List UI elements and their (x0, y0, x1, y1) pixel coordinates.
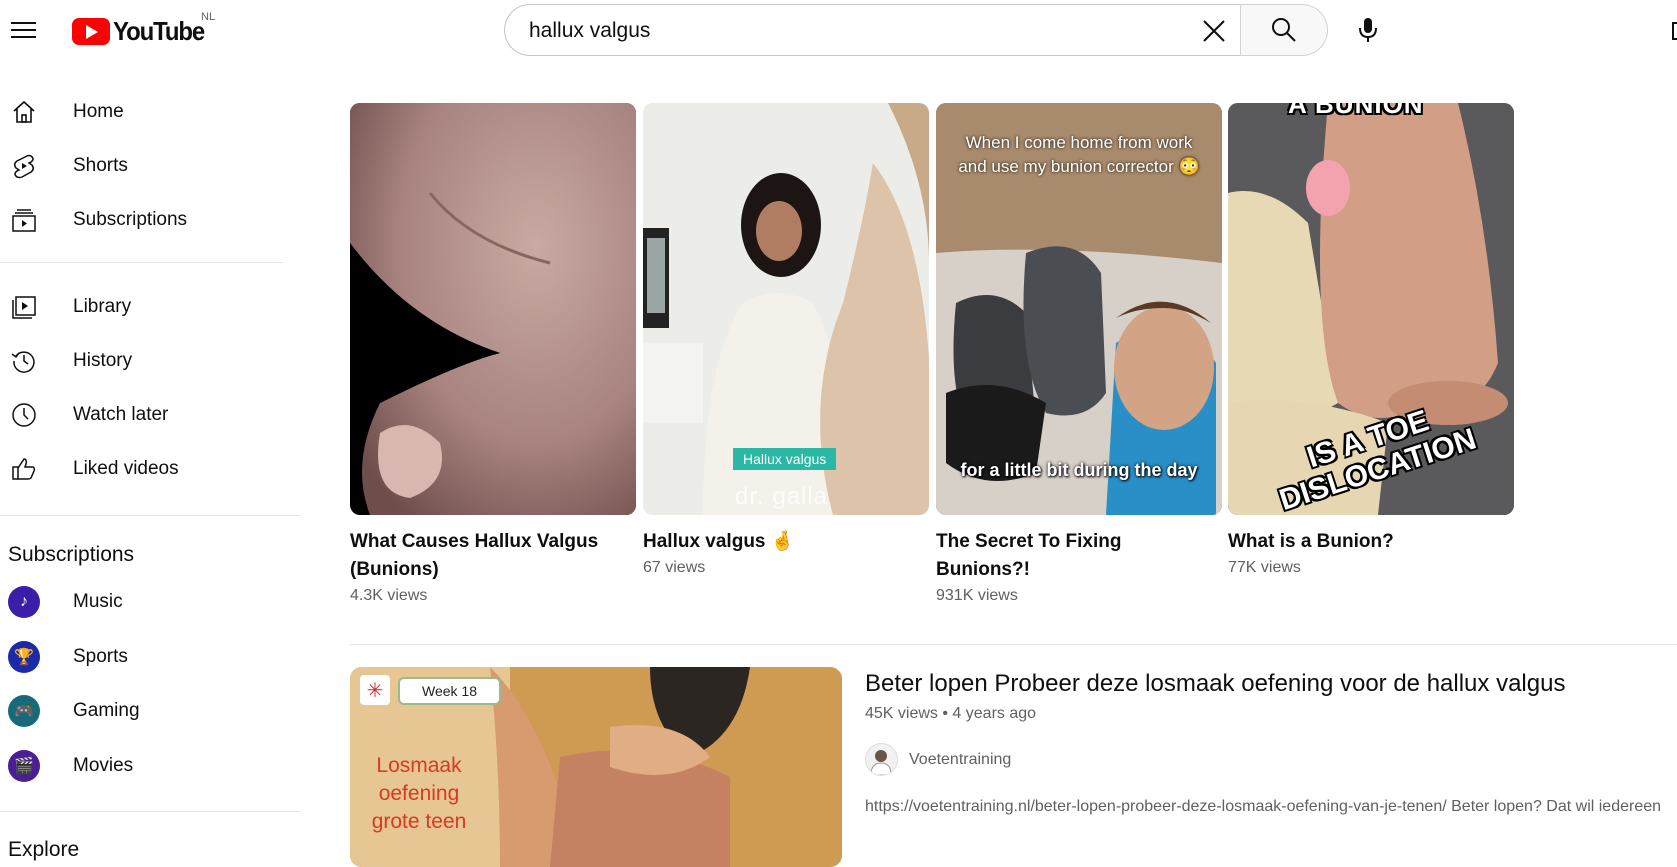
sidebar-item-label: Liked videos (73, 458, 179, 479)
menu-icon[interactable] (11, 20, 36, 40)
trophy-icon: 🏆 (8, 641, 40, 673)
short-title[interactable]: What Causes Hallux Valgus (Bunions) (350, 528, 636, 584)
sidebar-item-library[interactable]: Library (0, 283, 290, 331)
short-thumbnail[interactable]: Hallux valgus dr. galla (643, 103, 929, 515)
subscriptions-heading: Subscriptions (8, 543, 135, 566)
short-title[interactable]: Hallux valgus 🤞 (643, 528, 929, 556)
sidebar-item-shorts[interactable]: Shorts (0, 142, 290, 190)
sidebar-item-label: History (73, 350, 133, 371)
channel-logo-icon: ✳ (360, 675, 390, 705)
sidebar-item-watch-later[interactable]: Watch later (0, 391, 290, 439)
clear-search-button[interactable] (1200, 17, 1228, 45)
explore-heading: Explore (8, 838, 80, 861)
video-description: https://voetentraining.nl/beter-lopen-pr… (865, 798, 1662, 815)
music-icon: ♪ (8, 586, 40, 618)
sidebar-item-label: Gaming (73, 700, 140, 721)
sidebar-item-subscriptions[interactable]: Subscriptions (0, 196, 290, 244)
sidebar-item-liked-videos[interactable]: Liked videos (0, 445, 290, 493)
short-thumbnail[interactable] (350, 103, 636, 515)
short-item: When I come home from work and use my bu… (936, 103, 1222, 605)
logo-text: YouTube (113, 15, 205, 46)
sidebar-divider (0, 262, 283, 263)
short-title-line: What is a Bunion? (1228, 531, 1394, 552)
video-views: 45K views (865, 705, 938, 722)
library-icon (12, 296, 36, 319)
channel-avatar[interactable] (865, 743, 898, 776)
short-title-line: The Secret To Fixing (936, 531, 1122, 552)
short-title-line: Bunions?! (936, 559, 1030, 580)
short-overlay-caption: When I come home from work and use my bu… (958, 133, 1200, 176)
short-views: 931K views (936, 587, 1018, 604)
sidebar-channel-gaming[interactable]: 🎮 Gaming (0, 687, 290, 735)
short-title-line: (Bunions) (350, 559, 439, 580)
video-title[interactable]: Beter lopen Probeer deze losmaak oefenin… (865, 670, 1565, 698)
short-overlay-tag: Hallux valgus (733, 448, 837, 470)
sidebar-item-label: Sports (73, 646, 128, 667)
search-button[interactable] (1240, 4, 1328, 56)
create-icon[interactable] (1672, 22, 1677, 40)
shorts-icon (13, 154, 35, 179)
channel-avatar-image (866, 744, 897, 775)
search-input[interactable] (527, 5, 1091, 57)
thumbs-up-icon (12, 458, 36, 480)
sidebar-item-home[interactable]: Home (0, 88, 290, 136)
youtube-play-icon (72, 17, 110, 45)
video-thumbnail[interactable]: ✳ Week 18 Losmaak oefening grote teen (350, 667, 842, 867)
meta-separator: • (942, 705, 953, 722)
sidebar-item-label: Shorts (73, 155, 128, 176)
clapperboard-icon: 🎬 (8, 750, 40, 782)
watch-later-icon (12, 403, 36, 427)
short-overlay-caption: A BUNION (1288, 103, 1424, 119)
youtube-logo[interactable]: YouTube (72, 16, 212, 46)
short-thumbnail[interactable]: When I come home from work and use my bu… (936, 103, 1222, 515)
country-code: NL (201, 11, 216, 23)
short-item: What Causes Hallux Valgus (Bunions) 4.3K… (350, 103, 636, 605)
sidebar-item-label: Music (73, 591, 123, 612)
short-item: Hallux valgus dr. galla Hallux valgus 🤞 … (643, 103, 929, 577)
sidebar-item-label: Watch later (73, 404, 169, 425)
short-overlay-brand: dr. galla (735, 483, 829, 510)
gamepad-icon: 🎮 (8, 695, 40, 727)
thumbnail-caption: Losmaak oefening grote teen (371, 754, 467, 833)
short-title[interactable]: The Secret To Fixing Bunions?! (936, 528, 1222, 584)
sidebar-divider (0, 811, 300, 812)
thumbnail-badge: Week 18 (398, 677, 501, 705)
history-icon (11, 351, 35, 373)
sidebar-item-label: Library (73, 296, 132, 317)
search-icon (1272, 18, 1296, 42)
channel-name[interactable]: Voetentraining (909, 751, 1011, 769)
short-overlay-caption: for a little bit during the day (960, 460, 1198, 480)
short-views: 67 views (643, 559, 706, 576)
short-views: 4.3K views (350, 587, 428, 604)
short-item: A BUNION IS A TOE DISLOCATION What is a … (1228, 103, 1514, 577)
sidebar-item-label: Home (73, 101, 124, 122)
sidebar-divider (0, 515, 300, 516)
short-title-line: What Causes Hallux Valgus (350, 531, 599, 552)
sidebar-item-label: Subscriptions (73, 209, 188, 230)
short-thumbnail[interactable]: A BUNION IS A TOE DISLOCATION (1228, 103, 1514, 515)
short-title[interactable]: What is a Bunion? (1228, 528, 1514, 556)
voice-search-button[interactable] (1350, 12, 1386, 48)
home-icon (13, 100, 35, 123)
sidebar-channel-music[interactable]: ♪ Music (0, 578, 290, 626)
sidebar-item-history[interactable]: History (0, 337, 290, 385)
microphone-icon (1359, 18, 1377, 42)
foot-render-image (350, 103, 636, 515)
video-meta: 45K views • 4 years ago (865, 705, 1036, 723)
short-title-line: Hallux valgus 🤞 (643, 531, 795, 552)
sidebar-item-label: Movies (73, 755, 134, 776)
short-views: 77K views (1228, 559, 1301, 576)
close-icon (1203, 20, 1225, 42)
sidebar-channel-sports[interactable]: 🏆 Sports (0, 633, 290, 681)
video-channel[interactable]: Voetentraining (865, 743, 1011, 776)
sidebar-channel-movies[interactable]: 🎬 Movies (0, 742, 290, 790)
video-age: 4 years ago (952, 705, 1037, 722)
search-box (504, 4, 1241, 57)
subscriptions-icon (12, 209, 36, 232)
shelf-divider (350, 644, 1677, 645)
